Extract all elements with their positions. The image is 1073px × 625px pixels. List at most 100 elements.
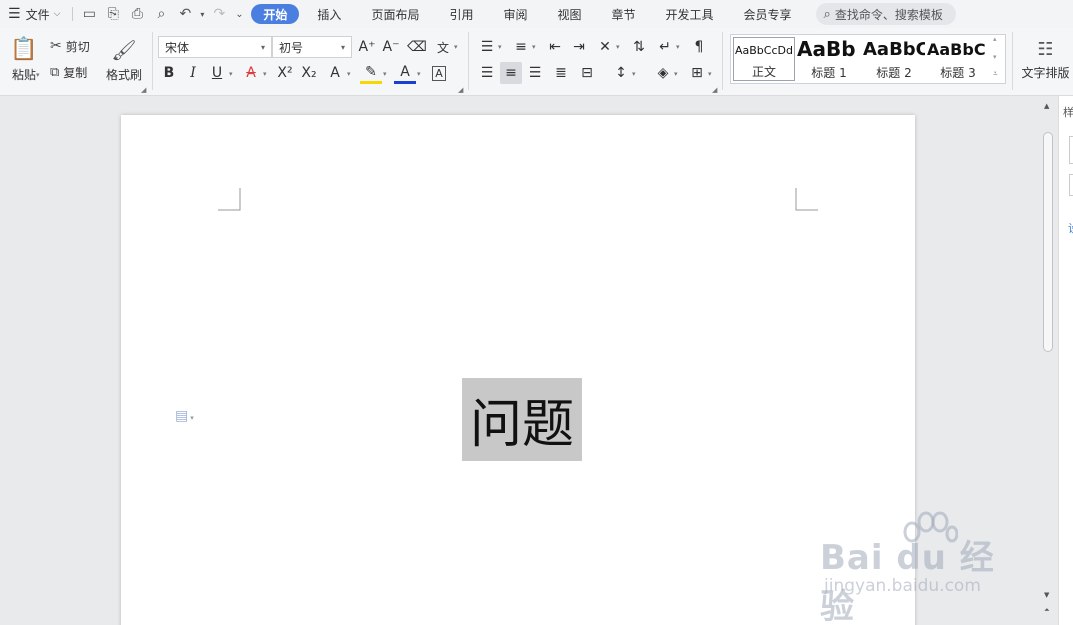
command-search-box[interactable]: ⌕ 查找命令、搜索模板 — [815, 3, 956, 25]
style-name: 正文 — [751, 65, 776, 79]
highlight-icon[interactable]: ✎ — [360, 62, 382, 84]
grow-font-icon[interactable]: A⁺ — [356, 36, 378, 58]
subscript-icon[interactable]: X₂ — [298, 62, 320, 84]
clear-format-icon[interactable]: ⌫ — [406, 36, 428, 58]
italic-icon[interactable]: I — [182, 62, 204, 84]
undo-icon[interactable]: ↶ — [173, 3, 197, 25]
bold-icon[interactable]: B — [158, 62, 180, 84]
export-icon[interactable]: ⎘ — [101, 3, 125, 25]
text-direction-dropdown-icon[interactable]: ▾ — [616, 43, 620, 51]
text-layout-button[interactable]: ☷ 文字排版 — [1018, 34, 1073, 86]
redo-icon[interactable]: ↷ — [207, 3, 231, 25]
task-pane-field[interactable] — [1069, 174, 1073, 196]
style-normal[interactable]: AaBbCcDd 正文 — [733, 37, 795, 81]
font-color-dropdown-icon[interactable]: ▾ — [417, 70, 421, 78]
scissors-icon: ✂ — [50, 38, 62, 54]
vertical-scrollbar[interactable]: ▲ ▼ ⏶ — [1040, 96, 1056, 625]
scroll-down-icon[interactable]: ▼ — [1044, 591, 1049, 599]
ribbon-toolbar: 📋 粘贴 ▾ ✂ 剪切 ⧉ 复制 🖌 格式刷 ◢ 宋体 ▾ 初号 ▾ A⁺ A⁻… — [0, 28, 1073, 96]
superscript-icon[interactable]: X² — [274, 62, 296, 84]
scroll-up-icon[interactable]: ▲ — [1044, 102, 1049, 110]
paste-dropdown-icon[interactable]: ▾ — [36, 71, 40, 79]
show-marks-icon[interactable]: ¶ — [688, 36, 710, 58]
gallery-scroll-up-icon[interactable]: ▴ — [993, 35, 997, 43]
increase-indent-icon[interactable]: ⇥ — [568, 36, 590, 58]
numbered-list-dropdown-icon[interactable]: ▾ — [532, 43, 536, 51]
font-color-icon[interactable]: A — [394, 62, 416, 84]
font-size-value: 初号 — [279, 40, 304, 55]
previous-page-icon[interactable]: ⏶ — [1044, 606, 1050, 615]
tab-home[interactable]: 开始 — [251, 4, 300, 24]
style-heading-2[interactable]: AaBbC 标题 2 — [863, 37, 925, 81]
tab-developer[interactable]: 开发工具 — [654, 4, 726, 24]
save-icon[interactable]: ▭ — [77, 3, 101, 25]
gallery-expand-icon[interactable]: ⩡ — [993, 69, 998, 79]
line-spacing-icon[interactable]: ↕ — [610, 62, 632, 84]
line-break-dropdown-icon[interactable]: ▾ — [676, 43, 680, 51]
shrink-font-icon[interactable]: A⁻ — [380, 36, 402, 58]
character-border-icon[interactable]: A — [428, 62, 450, 84]
strikethrough-icon[interactable]: A — [240, 62, 262, 84]
tab-page-layout[interactable]: 页面布局 — [359, 4, 431, 24]
align-right-icon[interactable]: ☰ — [524, 62, 546, 84]
tab-review[interactable]: 审阅 — [491, 4, 539, 24]
decrease-indent-icon[interactable]: ⇤ — [544, 36, 566, 58]
divider — [72, 7, 74, 21]
brush-icon: 🖌 — [111, 37, 137, 62]
sort-icon[interactable]: ⇅ — [628, 36, 650, 58]
cut-button[interactable]: ✂ 剪切 — [50, 36, 90, 56]
line-break-icon[interactable]: ↵ — [654, 36, 676, 58]
print-icon[interactable]: ⎙ — [125, 3, 149, 25]
numbered-list-icon[interactable]: ≡ — [510, 36, 532, 58]
font-name-select[interactable]: 宋体 ▾ — [158, 36, 272, 58]
tab-sections[interactable]: 章节 — [600, 4, 648, 24]
align-left-icon[interactable]: ☰ — [476, 62, 498, 84]
paragraph-layout-icon[interactable]: ▤ ▾ — [175, 408, 194, 424]
file-menu[interactable]: ☰ 文件 ⌵ — [0, 3, 68, 25]
underline-dropdown-icon[interactable]: ▾ — [229, 70, 233, 78]
task-pane-link-fragment[interactable]: 设 — [1068, 220, 1073, 236]
format-painter-button[interactable]: 🖌 格式刷 — [104, 34, 144, 86]
margin-mark-top-right — [795, 188, 818, 211]
scroll-thumb[interactable] — [1043, 132, 1053, 352]
print-preview-icon[interactable]: ⌕ — [149, 3, 173, 25]
tab-member[interactable]: 会员专享 — [732, 4, 804, 24]
font-launcher-icon[interactable]: ◢ — [458, 86, 463, 94]
task-pane-field[interactable] — [1069, 136, 1073, 164]
borders-dropdown-icon[interactable]: ▾ — [708, 70, 712, 78]
text-effect-dropdown-icon[interactable]: ▾ — [347, 70, 351, 78]
tab-view[interactable]: 视图 — [545, 4, 593, 24]
phonetic-dropdown-icon[interactable]: ▾ — [454, 43, 458, 51]
text-effect-icon[interactable]: A — [324, 62, 346, 84]
font-size-select[interactable]: 初号 ▾ — [272, 36, 352, 58]
document-page[interactable]: 问题 — [121, 115, 915, 625]
tab-references[interactable]: 引用 — [437, 4, 485, 24]
bullet-list-icon[interactable]: ☰ — [476, 36, 498, 58]
clipboard-launcher-icon[interactable]: ◢ — [141, 86, 146, 94]
copy-button[interactable]: ⧉ 复制 — [50, 62, 87, 82]
style-preview: AaBbC — [927, 40, 986, 59]
distributed-icon[interactable]: ⊟ — [576, 62, 598, 84]
justify-icon[interactable]: ≣ — [550, 62, 572, 84]
selected-heading-text[interactable]: 问题 — [462, 378, 582, 461]
borders-icon[interactable]: ⊞ — [686, 62, 708, 84]
customize-toolbar-icon[interactable]: ⌄ — [231, 3, 247, 25]
text-direction-icon[interactable]: ✕ — [594, 36, 616, 58]
align-center-icon[interactable]: ≡ — [500, 62, 522, 84]
menu-bar: ☰ 文件 ⌵ ▭ ⎘ ⎙ ⌕ ↶ ▾ ↷ ⌄ 开始 插入 页面布局 引用 审阅 … — [0, 0, 1073, 28]
undo-dropdown-icon[interactable]: ▾ — [197, 3, 207, 25]
shading-dropdown-icon[interactable]: ▾ — [674, 70, 678, 78]
underline-icon[interactable]: U — [206, 62, 228, 84]
phonetic-guide-icon[interactable]: 文 — [432, 36, 454, 58]
bullet-list-dropdown-icon[interactable]: ▾ — [498, 43, 502, 51]
gallery-scroll-down-icon[interactable]: ▾ — [993, 53, 997, 61]
shading-icon[interactable]: ◈ — [652, 62, 674, 84]
highlight-dropdown-icon[interactable]: ▾ — [383, 70, 387, 78]
line-spacing-dropdown-icon[interactable]: ▾ — [632, 70, 636, 78]
strikethrough-dropdown-icon[interactable]: ▾ — [263, 70, 267, 78]
search-icon: ⌕ — [823, 6, 831, 22]
style-heading-3[interactable]: AaBbC 标题 3 — [927, 37, 989, 81]
tab-insert[interactable]: 插入 — [305, 4, 353, 24]
style-heading-1[interactable]: AaBb 标题 1 — [797, 37, 861, 81]
paragraph-launcher-icon[interactable]: ◢ — [712, 86, 717, 94]
